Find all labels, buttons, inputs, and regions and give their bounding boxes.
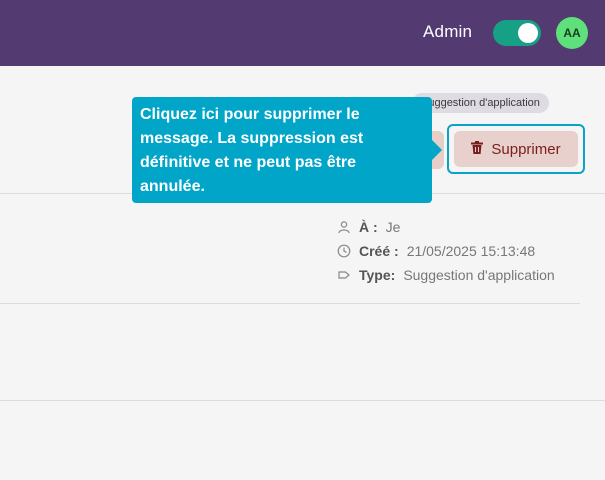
delete-button-highlight: Supprimer: [447, 124, 585, 174]
user-icon: [337, 220, 351, 234]
meta-to-value: Je: [385, 219, 401, 235]
delete-button[interactable]: Supprimer: [454, 131, 578, 167]
meta-to-label: À :: [359, 219, 378, 235]
top-bar: Admin AA: [0, 0, 605, 66]
divider: [0, 303, 580, 304]
tooltip-arrow: [432, 140, 442, 160]
trash-icon: [471, 140, 484, 158]
divider: [0, 400, 605, 401]
clock-icon: [337, 244, 351, 258]
meta-type: Type: Suggestion d'application: [337, 267, 555, 283]
admin-label: Admin: [423, 22, 473, 41]
delete-button-label: Supprimer: [491, 140, 561, 158]
meta-created: Créé : 21/05/2025 15:13:48: [337, 243, 535, 259]
tag-icon: [337, 268, 351, 282]
avatar[interactable]: AA: [556, 17, 588, 49]
meta-created-label: Créé :: [359, 243, 399, 259]
type-tag: Suggestion d'application: [412, 93, 549, 113]
tooltip: Cliquez ici pour supprimer le message. L…: [132, 97, 432, 203]
meta-created-value: 21/05/2025 15:13:48: [406, 243, 536, 259]
toggle-knob: [518, 23, 538, 43]
meta-type-label: Type:: [359, 267, 396, 283]
admin-toggle[interactable]: [493, 20, 541, 46]
meta-type-value: Suggestion d'application: [403, 267, 555, 283]
meta-to: À : Je: [337, 219, 400, 235]
